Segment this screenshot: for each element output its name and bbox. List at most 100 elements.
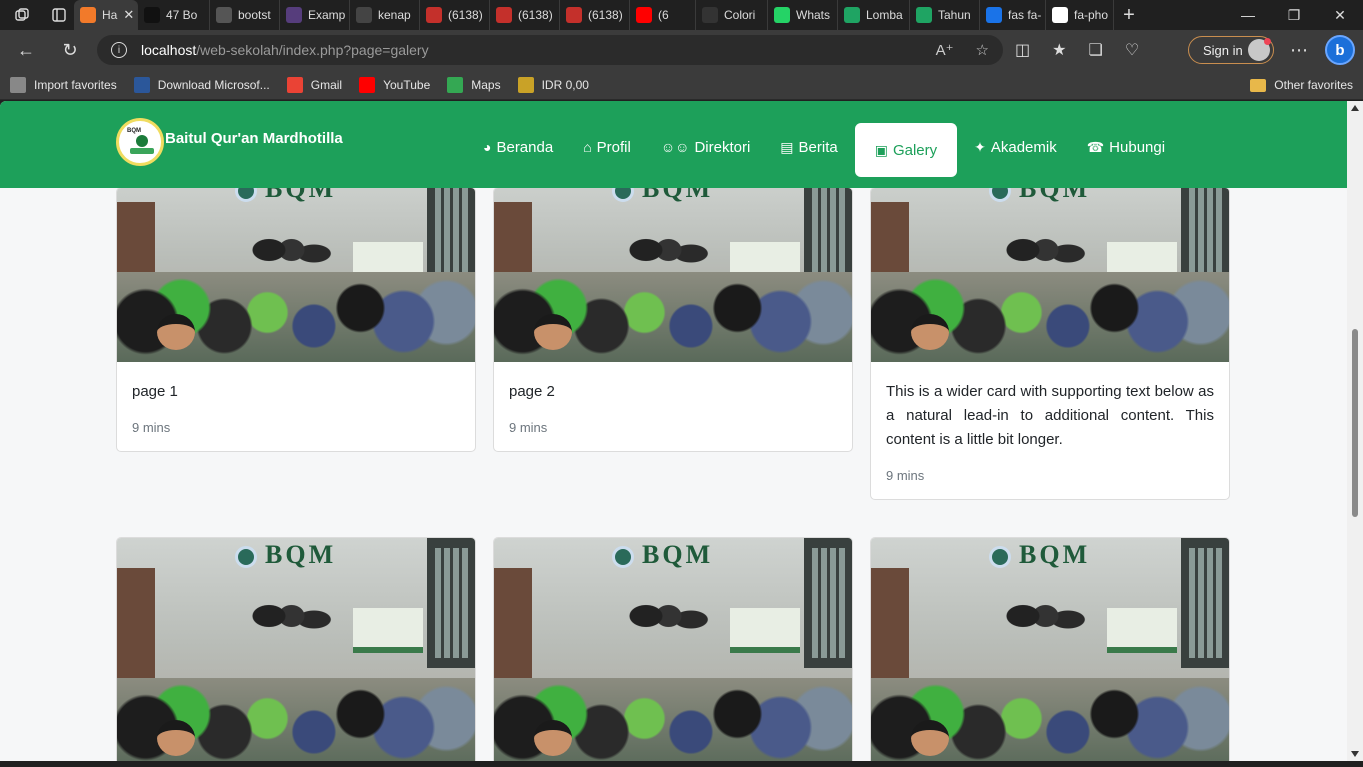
browser-tab[interactable]: (6 [630, 0, 696, 30]
gallery-photo[interactable]: BQM [494, 538, 852, 761]
favorite-label: Import favorites [34, 77, 117, 92]
palette-icon: ◕ [483, 139, 492, 155]
bootstrap-icon [286, 7, 302, 23]
nav-item-label: Akademik [990, 138, 1057, 156]
browser-tab-label: Whats [796, 8, 831, 22]
settings-more-icon[interactable]: ⋯ [1290, 30, 1308, 70]
card-title: page 2 [509, 383, 555, 400]
coins-icon [517, 76, 534, 93]
browser-tab[interactable]: Examp [280, 0, 350, 30]
favorites-icon[interactable]: ★ [1052, 40, 1066, 60]
address-bar[interactable]: i localhost/web-sekolah/index.php?page=g… [97, 35, 1003, 65]
nav-item-direktori[interactable]: ☺☺ Direktori [648, 120, 763, 174]
photo-sign-text: BQM [642, 187, 714, 203]
nav-item-beranda[interactable]: ◕ Beranda [470, 120, 566, 174]
browser-tab[interactable]: fas fa- [980, 0, 1046, 30]
card-time: 9 mins [886, 468, 925, 483]
back-button[interactable]: ← [4, 30, 48, 70]
gallery-photo[interactable]: BQM [117, 538, 475, 761]
favorite-item[interactable]: IDR 0,00 [517, 76, 589, 93]
nav-item-profil[interactable]: ⌂ Profil [570, 120, 644, 174]
nav-item-label: Profil [596, 138, 631, 156]
gallery-card[interactable]: BQM page 1 9 mins [116, 187, 476, 452]
browser-tab-label: (6 [658, 8, 669, 22]
browser-essentials-icon[interactable]: ♡ [1125, 40, 1139, 60]
browser-tab[interactable]: 47 Bo [138, 0, 210, 30]
nav-item-galery[interactable]: ▣ Galery [854, 123, 958, 177]
scroll-up-arrow[interactable] [1351, 105, 1359, 111]
scrollbar-thumb[interactable] [1352, 329, 1358, 517]
maximize-button[interactable]: ❐ [1271, 0, 1317, 30]
drive-icon [916, 7, 932, 23]
close-tab-icon[interactable]: ✕ [123, 7, 134, 23]
users-icon: ☺☺ [660, 139, 690, 155]
gallery-card[interactable]: BQM [870, 537, 1230, 761]
sign-in-button[interactable]: Sign in [1188, 36, 1274, 64]
scroll-down-arrow[interactable] [1351, 751, 1359, 757]
browser-tab[interactable]: Tahun [910, 0, 980, 30]
site-brand[interactable]: Baitul Qur'an Mardhotilla [165, 130, 343, 147]
browser-tab[interactable]: (6138) [490, 0, 560, 30]
browser-tab[interactable]: Colori [696, 0, 768, 30]
minimize-button[interactable]: — [1225, 0, 1271, 30]
favorite-label: Gmail [310, 77, 343, 92]
read-aloud-icon[interactable]: A⁺ [936, 41, 954, 59]
photo-sign-text: BQM [265, 540, 337, 569]
nav-item-akademik[interactable]: ✦ Akademik [961, 120, 1070, 174]
image-icon: ▣ [874, 141, 888, 158]
browser-toolbar: ← ↻ i localhost/web-sekolah/index.php?pa… [0, 30, 1363, 70]
favorite-item[interactable]: Import favorites [10, 76, 117, 93]
favorite-item[interactable]: Gmail [286, 76, 343, 93]
gallery-photo[interactable]: BQM [494, 187, 852, 362]
gallery-photo[interactable]: BQM [871, 538, 1229, 761]
card-time: 9 mins [132, 420, 171, 435]
close-window-button[interactable]: ✕ [1317, 0, 1363, 30]
gallery-photo[interactable]: BQM [871, 188, 1229, 362]
workspaces-icon[interactable] [0, 0, 44, 30]
tab-actions-icon[interactable] [44, 7, 74, 23]
page-scrollbar[interactable] [1347, 101, 1363, 761]
import-icon [10, 76, 26, 93]
other-favorites[interactable]: Other favorites [1250, 70, 1353, 100]
card-body: This is a wider card with supporting tex… [871, 362, 1229, 499]
new-tab-button[interactable]: + [1114, 4, 1144, 27]
nav-item-hubungi[interactable]: ☎ Hubungi [1074, 120, 1178, 174]
dots-icon [702, 7, 718, 23]
browser-tab[interactable]: Lomba [838, 0, 910, 30]
browser-tab-label: Examp [308, 8, 346, 22]
favorite-item[interactable]: Maps [447, 76, 501, 93]
toolbar-icons: ◫ ★ ❏ ♡ [1015, 30, 1139, 70]
gallery-card[interactable]: BQM page 2 9 mins [493, 187, 853, 452]
window-controls: — ❐ ✕ [1225, 0, 1363, 30]
gallery-card[interactable]: BQM This is a wider card with supporting … [870, 187, 1230, 500]
gmail-icon [286, 76, 303, 93]
gallery-card[interactable]: BQM [116, 537, 476, 761]
browser-tab[interactable]: fa-pho [1046, 0, 1114, 30]
browser-tab-label: (6138) [518, 8, 553, 22]
bing-copilot-icon[interactable]: b [1325, 35, 1355, 65]
gallery-photo[interactable]: BQM [117, 188, 475, 362]
gallery-card[interactable]: BQM [493, 537, 853, 761]
browser-tab[interactable]: kenap [350, 0, 420, 30]
browser-tab[interactable]: (6138) [420, 0, 490, 30]
site-logo[interactable]: BQM [116, 118, 164, 166]
browser-tab-label: Colori [724, 8, 756, 22]
favorite-star-icon[interactable]: ☆ [976, 41, 989, 59]
browser-tab[interactable]: (6138) [560, 0, 630, 30]
browser-tab-label: fas fa- [1008, 8, 1042, 22]
url-text[interactable]: localhost/web-sekolah/index.php?page=gal… [141, 42, 429, 58]
browser-tab[interactable]: Ha ✕ [74, 0, 138, 30]
nav-item-label: Berita [798, 138, 838, 156]
f-icon [144, 7, 160, 23]
collections-icon[interactable]: ❏ [1088, 40, 1102, 60]
favorite-item[interactable]: YouTube [359, 76, 430, 93]
favorite-item[interactable]: Download Microsof... [133, 76, 270, 93]
split-screen-icon[interactable]: ◫ [1015, 40, 1030, 60]
word-icon [133, 76, 150, 93]
refresh-button[interactable]: ↻ [48, 30, 92, 70]
browser-tab[interactable]: bootst [210, 0, 280, 30]
user-icon [356, 7, 372, 23]
nav-item-berita[interactable]: ▤ Berita [767, 120, 850, 174]
browser-tab[interactable]: Whats [768, 0, 838, 30]
site-info-icon[interactable]: i [111, 42, 127, 58]
